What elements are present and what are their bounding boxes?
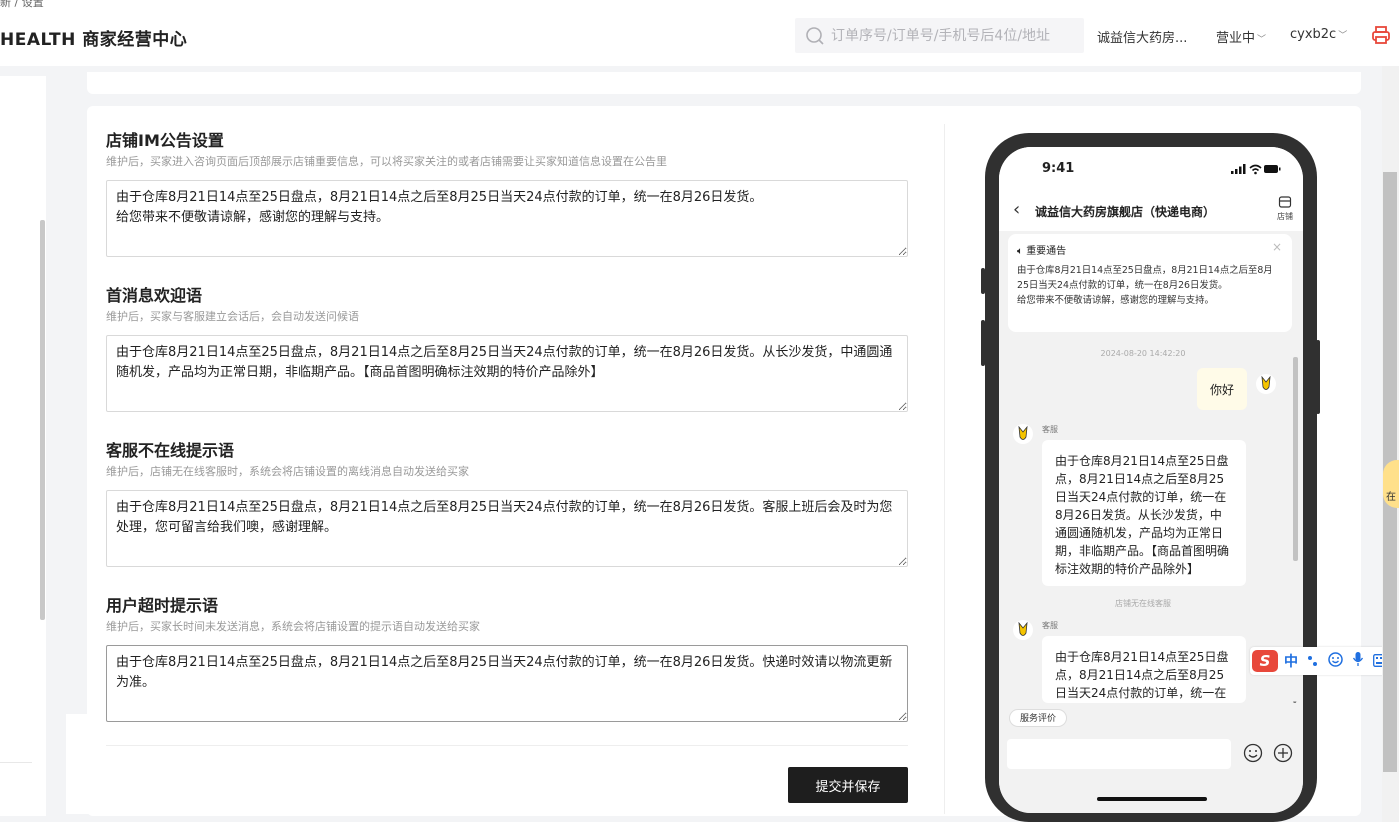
store-entry[interactable]: 店铺	[1277, 195, 1293, 222]
printer-icon[interactable]	[1371, 25, 1391, 45]
account-dropdown[interactable]: cyxb2c ﹀	[1290, 27, 1347, 42]
section-title: 客服不在线提示语	[106, 441, 235, 460]
chat-navbar: ‹ 诚益信大药房旗舰店（快递电商） 店铺	[999, 191, 1303, 231]
business-status-label: 营业中	[1216, 31, 1256, 46]
account-name: cyxb2c	[1290, 27, 1337, 42]
section-title: 首消息欢迎语	[106, 286, 203, 305]
status-time: 9:41	[1042, 161, 1075, 176]
agent-label: 客服	[1042, 425, 1058, 434]
status-bar: 9:41	[999, 147, 1303, 191]
store-label: 店铺	[1277, 212, 1293, 221]
breadcrumb: 新 / 设置	[0, 0, 44, 9]
section-welcome: 首消息欢迎语 维护后，买家与客服建立会话后，会自动发送问候语 由于仓库8月21日…	[106, 282, 908, 416]
search-input[interactable]	[831, 27, 1081, 44]
section-desc: 维护后，店铺无在线客服时，系统会将店铺设置的离线消息自动发送给买家	[106, 465, 469, 478]
chat-scrollbar[interactable]	[1293, 357, 1298, 561]
emoji-icon[interactable]	[1328, 651, 1343, 671]
section-timeout: 用户超时提示语 维护后，买家长时间未发送消息，系统会将店铺设置的提示语自动发送给…	[106, 592, 908, 726]
store-icon	[1278, 196, 1292, 208]
business-status-dropdown[interactable]: 营业中 ﹀	[1216, 27, 1266, 46]
chat-title: 诚益信大药房旗舰店（快递电商）	[1035, 205, 1216, 219]
chevron-down-icon: ﹀	[1338, 31, 1348, 41]
message-input[interactable]	[1007, 739, 1231, 769]
sidebar-divider	[0, 762, 32, 763]
punctuation-icon[interactable]	[1307, 652, 1319, 671]
home-indicator	[1097, 797, 1207, 801]
user-avatar-icon	[1256, 374, 1276, 394]
welcome-textarea[interactable]: 由于仓库8月21日14点至25日盘点，8月21日14点之后至8月25日当天24点…	[106, 335, 908, 412]
form-divider	[106, 745, 908, 746]
offline-notice: 店铺无在线客服	[1115, 599, 1171, 608]
sidebar-scrollbar[interactable]	[40, 220, 45, 620]
section-desc: 维护后，买家长时间未发送消息，系统会将店铺设置的提示语自动发送给买家	[106, 620, 480, 633]
im-notice-textarea[interactable]: 由于仓库8月21日14点至25日盘点，8月21日14点之后至8月25日当天24点…	[106, 180, 908, 257]
service-rating-chip[interactable]: 服务评价	[1009, 709, 1068, 727]
ime-language-toggle[interactable]: 中	[1284, 651, 1298, 671]
phone-preview: 9:41 ‹ 诚益信大药房旗舰店（快递电商） 店铺 🔈︎ 重要通告 × 由于仓库…	[985, 133, 1317, 822]
agent-avatar-icon	[1013, 620, 1033, 640]
section-offline: 客服不在线提示语 维护后，店铺无在线客服时，系统会将店铺设置的离线消息自动发送给…	[106, 437, 908, 571]
agent-welcome-bubble: 由于仓库8月21日14点至25日盘点，8月21日14点之后至8月25日当天24点…	[1042, 440, 1246, 586]
search-icon	[806, 26, 824, 45]
status-icons	[1231, 164, 1281, 175]
section-im-notice: 店铺IM公告设置 维护后，买家进入咨询页面后顶部展示店铺重要信息，可以将买家关注…	[106, 127, 908, 261]
store-switcher[interactable]: 诚益信大药房...	[1097, 27, 1187, 46]
agent-label: 客服	[1042, 621, 1058, 630]
notice-title: 重要通告	[1026, 246, 1067, 257]
floating-assistant-widget[interactable]: 在	[1383, 460, 1399, 508]
emoji-icon[interactable]	[1243, 743, 1263, 763]
user-message-bubble: 你好	[1197, 368, 1247, 410]
offline-textarea[interactable]: 由于仓库8月21日14点至25日盘点，8月21日14点之后至8月25日当天24点…	[106, 490, 908, 567]
chevron-down-icon: ﹀	[1257, 35, 1267, 45]
notice-card: 🔈︎ 重要通告 × 由于仓库8月21日14点至25日盘点，8月21日14点之后至…	[1008, 234, 1292, 332]
top-header: 新 / 设置 HEALTH 商家经营中心 诚益信大药房... 营业中﹀ cyxb…	[0, 0, 1399, 66]
section-title: 用户超时提示语	[106, 596, 219, 615]
timeout-textarea[interactable]: 由于仓库8月21日14点至25日盘点，8月21日14点之后至8月25日当天24点…	[106, 645, 908, 722]
brand-title: HEALTH 商家经营中心	[0, 30, 188, 50]
floating-widget-label: 在	[1386, 492, 1396, 503]
order-search-box[interactable]	[795, 18, 1084, 53]
section-desc: 维护后，买家与客服建立会话后，会自动发送问候语	[106, 310, 359, 323]
notice-body: 由于仓库8月21日14点至25日盘点，8月21日14点之后至8月25日当天24点…	[1017, 265, 1273, 306]
card-footer-strip	[66, 714, 96, 814]
speaker-icon: 🔈︎	[1017, 246, 1027, 257]
section-title: 店铺IM公告设置	[106, 131, 224, 150]
notice-header: 🔈︎ 重要通告	[1017, 242, 1283, 257]
phone-screen: 9:41 ‹ 诚益信大药房旗舰店（快递电商） 店铺 🔈︎ 重要通告 × 由于仓库…	[999, 147, 1303, 813]
agent-offline-bubble: 由于仓库8月21日14点至25日盘点，8月21日14点之后至8月25日当天24点…	[1042, 636, 1246, 703]
submit-save-button[interactable]: 提交并保存	[788, 767, 908, 803]
top-card	[87, 72, 1361, 94]
preview-divider	[944, 124, 945, 814]
chat-timestamp: 2024-08-20 14:42:20	[1100, 349, 1186, 358]
ime-toolbar[interactable]: S 中	[1250, 647, 1399, 675]
section-desc: 维护后，买家进入咨询页面后顶部展示店铺重要信息，可以将买家关注的或者店铺需要让买…	[106, 155, 667, 168]
close-icon[interactable]: ×	[1272, 240, 1282, 254]
sogou-logo-icon[interactable]: S	[1252, 650, 1278, 672]
microphone-icon[interactable]	[1352, 651, 1364, 671]
agent-avatar-icon	[1013, 424, 1033, 444]
plus-icon[interactable]	[1273, 743, 1293, 763]
back-arrow-icon[interactable]: ‹	[1013, 199, 1020, 220]
